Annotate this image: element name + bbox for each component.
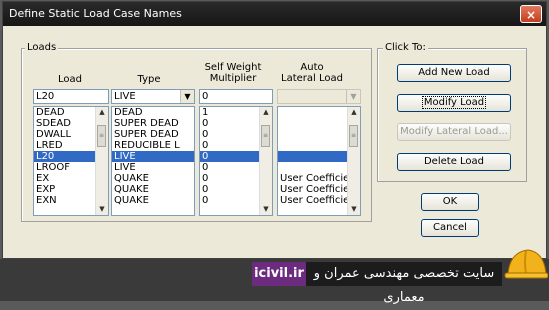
scroll-up-icon[interactable]: ▲ (96, 107, 108, 118)
list-item-type[interactable]: SUPER DEAD (112, 118, 194, 129)
type-select[interactable]: LIVE ▼ (111, 89, 195, 104)
scroll-up-icon[interactable]: ▲ (348, 107, 360, 118)
list-item-type[interactable]: QUAKE (112, 173, 194, 184)
col-header-type: Type (137, 74, 161, 85)
type-list[interactable]: DEAD SUPER DEAD SUPER DEAD REDUCIBLE L LIVE L… (111, 106, 195, 216)
self-weight-list[interactable]: 100000000 ▲ ≡ ▼ (199, 106, 273, 216)
scroll-thumb[interactable]: ≡ (349, 125, 358, 147)
self-weight-input[interactable]: 0 (199, 89, 273, 104)
list-item-type[interactable]: QUAKE (112, 184, 194, 195)
modify-load-label: Modify Load (421, 96, 487, 109)
loads-group-label: Loads (25, 42, 59, 53)
cancel-button[interactable]: Cancel (421, 219, 479, 237)
scroll-down-icon[interactable]: ▼ (96, 204, 108, 215)
auto-lateral-list[interactable]: User Coefficier User Coefficier User Coeff… (277, 106, 361, 216)
load-name-input[interactable]: L20 (33, 89, 109, 104)
define-static-load-case-names-dialog: Define Static Load Case Names × Loads Lo… (2, 1, 547, 259)
title-bar[interactable]: Define Static Load Case Names × (3, 2, 546, 26)
list-item-type[interactable]: SUPER DEAD (112, 129, 194, 140)
modify-lateral-load-button: Modify Lateral Load... (397, 123, 511, 141)
hard-hat-icon (504, 249, 548, 279)
scroll-thumb[interactable]: ≡ (261, 125, 270, 147)
scroll-thumb[interactable]: ≡ (97, 125, 106, 147)
list-item-type[interactable]: LIVE (112, 162, 194, 173)
delete-load-button[interactable]: Delete Load (397, 153, 511, 171)
self-weight-list-scrollbar[interactable]: ▲ ≡ ▼ (259, 107, 272, 215)
list-item-type[interactable]: REDUCIBLE L (112, 140, 194, 151)
ok-button[interactable]: OK (421, 193, 479, 211)
chevron-down-icon: ▼ (346, 90, 360, 103)
site-logo-text: icivil.ir (252, 262, 306, 286)
chevron-down-icon[interactable]: ▼ (180, 90, 194, 103)
auto-lateral-select: ▼ (277, 89, 361, 104)
list-item-type[interactable]: DEAD (112, 107, 194, 118)
close-button[interactable]: × (520, 5, 542, 23)
load-list-scrollbar[interactable]: ▲ ≡ ▼ (95, 107, 108, 215)
window-title: Define Static Load Case Names (9, 7, 182, 20)
list-item-type[interactable]: QUAKE (112, 195, 194, 206)
col-header-load: Load (58, 74, 82, 85)
site-tagline: سایت تخصصی مهندسی عمران و معماری (306, 262, 502, 305)
col-header-self-weight: Self Weight Multiplier (204, 62, 262, 84)
scroll-down-icon[interactable]: ▼ (348, 204, 360, 215)
scroll-down-icon[interactable]: ▼ (260, 204, 272, 215)
click-to-group-label: Click To: (383, 42, 428, 53)
list-item-type[interactable]: LIVE (112, 151, 194, 162)
add-new-load-button[interactable]: Add New Load (397, 64, 511, 82)
load-list[interactable]: DEAD SDEAD DWALL LRED L20 LROOF EX EXP EXN ▲ ≡ ▼ (33, 106, 109, 216)
col-header-auto-lateral: Auto Lateral Load (281, 62, 343, 84)
type-select-value: LIVE (114, 91, 136, 102)
modify-load-button[interactable]: Modify Load (397, 94, 511, 112)
auto-lateral-list-scrollbar[interactable]: ▲ ≡ ▼ (347, 107, 360, 215)
scroll-up-icon[interactable]: ▲ (260, 107, 272, 118)
